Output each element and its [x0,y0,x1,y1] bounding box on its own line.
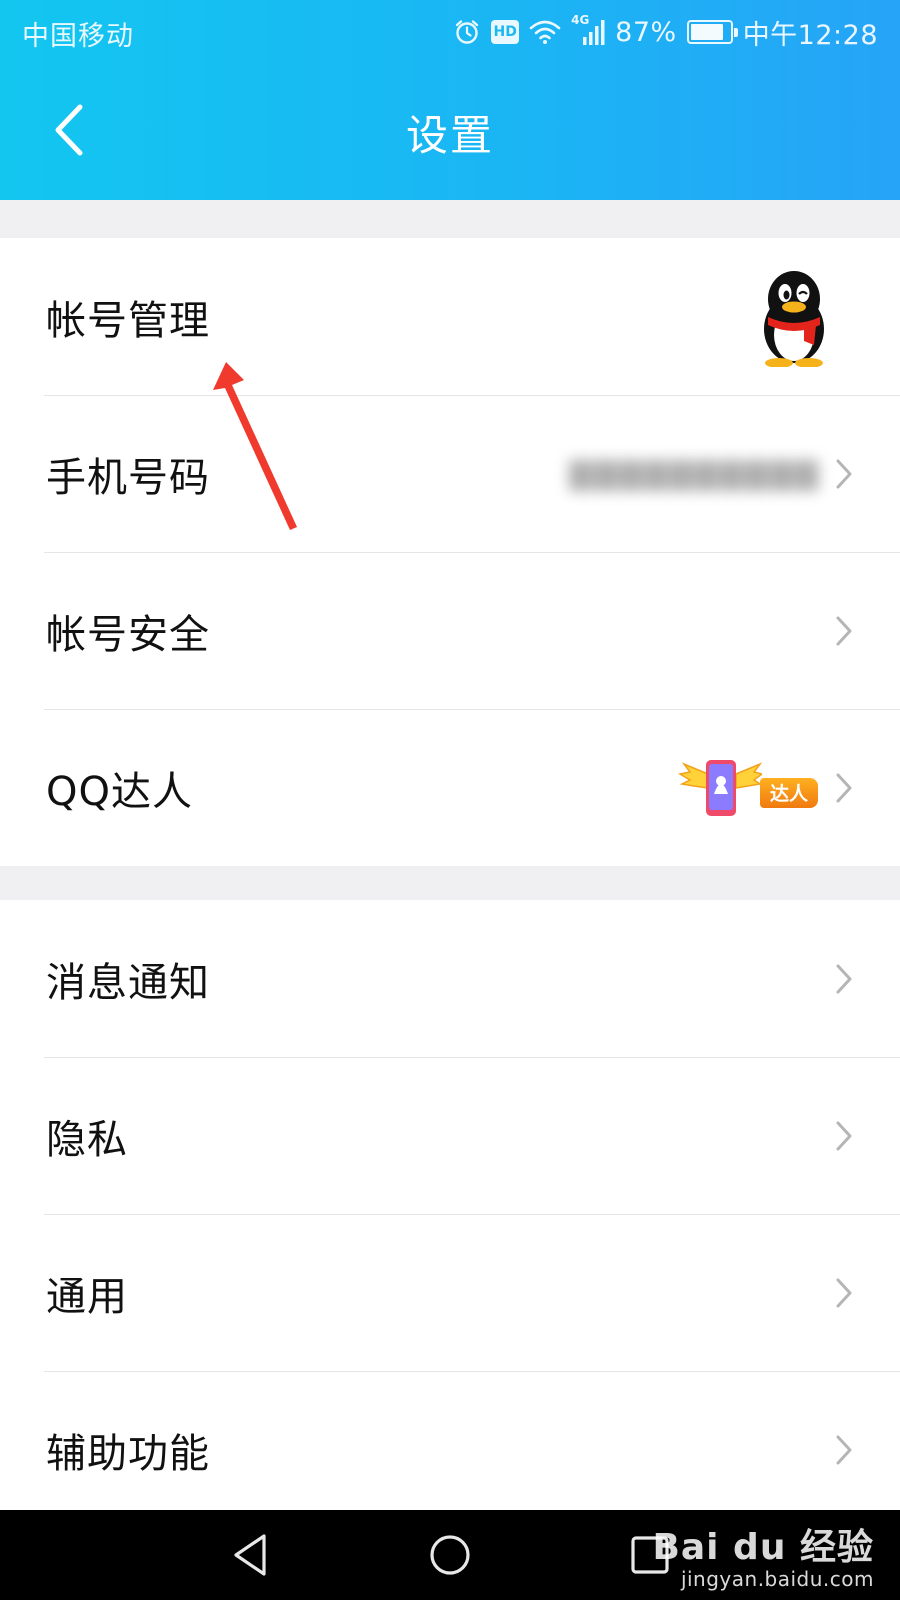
settings-list: 帐号管理 手机号码 ▇▇▇▇▇▇▇▇▇▇ 帐号安全 QQ达人 达人 消息通知 隐… [0,200,900,1510]
winged-phone-icon [678,759,762,816]
battery-percent: 87% [615,16,677,48]
title-bar: 设置 [0,64,900,200]
row-qq-daren[interactable]: QQ达人 达人 [0,709,900,866]
watermark-logo: Bai du 经验 [652,1527,874,1569]
triangle-back-icon[interactable] [226,1530,276,1580]
cellular-signal-icon: 4G [571,13,605,47]
settings-group-general: 消息通知 隐私 通用 辅助功能 [0,900,900,1510]
row-label: 帐号管理 [46,297,210,344]
wifi-icon [529,19,561,45]
battery-level [690,24,724,40]
daren-badge-text: 达人 [760,777,818,808]
row-privacy[interactable]: 隐私 [0,1057,900,1214]
circle-home-icon[interactable] [425,1530,475,1580]
status-time: 中午12:28 [742,19,878,51]
phone-number-value: ▇▇▇▇▇▇▇▇▇▇ [569,456,820,491]
hd-badge: HD [491,20,520,44]
chevron-right-icon [836,616,852,645]
row-general[interactable]: 通用 [0,1214,900,1371]
row-account-management[interactable]: 帐号管理 [0,238,900,395]
row-label: 消息通知 [46,959,210,1006]
row-label: 帐号安全 [46,611,210,658]
system-nav-bar: Bai du 经验 jingyan.baidu.com [0,1510,900,1600]
daren-badge: 达人 [678,754,818,822]
row-label: 通用 [46,1273,128,1320]
chevron-right-icon [836,1278,852,1307]
battery-icon [686,20,738,44]
row-account-security[interactable]: 帐号安全 [0,552,900,709]
row-accessibility[interactable]: 辅助功能 [0,1371,900,1528]
page-title: 设置 [405,111,494,160]
row-label: QQ达人 [46,768,193,815]
watermark-url: jingyan.baidu.com [680,1567,874,1591]
row-phone-number[interactable]: 手机号码 ▇▇▇▇▇▇▇▇▇▇ [0,395,900,552]
chevron-right-icon [836,1435,852,1464]
chevron-right-icon [836,1121,852,1150]
alarm-icon [453,18,481,46]
chevron-right-icon [836,459,852,488]
row-label: 隐私 [46,1116,128,1163]
status-bar: 中国移动 HD 4G 87% 中午12:28 [0,0,900,64]
row-label: 手机号码 [46,454,210,501]
settings-group-account: 帐号管理 手机号码 ▇▇▇▇▇▇▇▇▇▇ 帐号安全 QQ达人 达人 [0,238,900,866]
chevron-right-icon [836,773,852,802]
carrier-name: 中国移动 [22,21,134,52]
status-icons: HD 4G 87% 中午12:28 [453,12,878,52]
row-label: 辅助功能 [46,1430,210,1477]
app-header: 中国移动 HD 4G 87% 中午12:28 设置 [0,0,900,200]
baidu-jingyan-watermark: Bai du 经验 jingyan.baidu.com [652,1528,874,1590]
row-message-notifications[interactable]: 消息通知 [0,900,900,1057]
chevron-right-icon [836,964,852,993]
qq-penguin-avatar-icon [764,270,824,367]
